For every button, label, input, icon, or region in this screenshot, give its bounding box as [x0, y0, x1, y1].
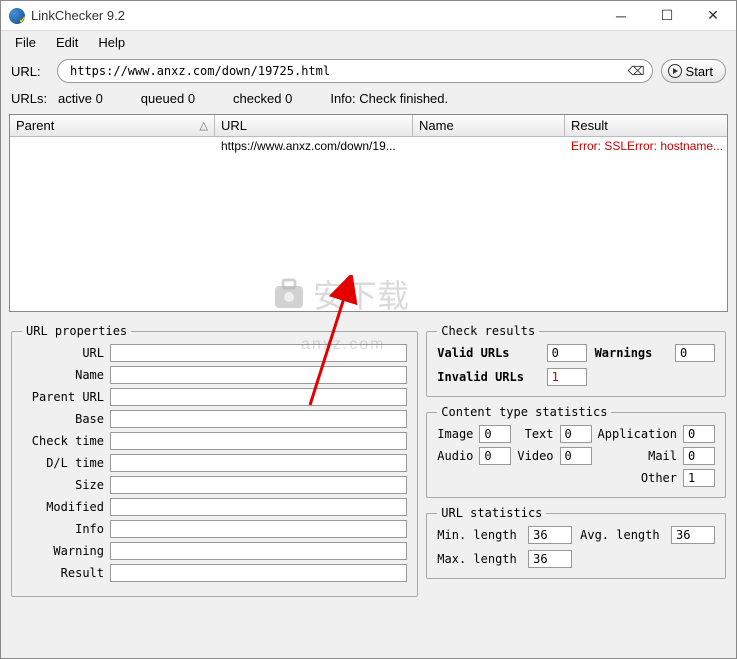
menu-help[interactable]: Help	[88, 33, 135, 52]
min-length-value	[528, 526, 572, 544]
url-input[interactable]	[57, 59, 653, 83]
application-label: Application	[598, 427, 677, 441]
video-label: Video	[517, 449, 553, 463]
field-parent-url[interactable]	[110, 388, 407, 406]
label-size: Size	[22, 478, 110, 492]
field-url[interactable]	[110, 344, 407, 362]
menu-file[interactable]: File	[5, 33, 46, 52]
menu-edit[interactable]: Edit	[46, 33, 88, 52]
field-modified[interactable]	[110, 498, 407, 516]
maximize-button[interactable]: ☐	[644, 1, 690, 30]
invalid-urls-value	[547, 368, 587, 386]
label-url: URL	[22, 346, 110, 360]
avg-length-label: Avg. length	[580, 528, 663, 542]
field-dl-time[interactable]	[110, 454, 407, 472]
url-props-legend: URL properties	[22, 324, 131, 338]
clear-url-icon[interactable]: ⌫	[628, 64, 645, 78]
menubar: File Edit Help	[1, 31, 736, 53]
mail-label: Mail	[598, 449, 677, 463]
label-dl-time: D/L time	[22, 456, 110, 470]
label-info: Info	[22, 522, 110, 536]
cell-parent	[10, 137, 215, 157]
field-check-time[interactable]	[110, 432, 407, 450]
url-label: URL:	[11, 64, 49, 79]
field-result[interactable]	[110, 564, 407, 582]
label-check-time: Check time	[22, 434, 110, 448]
minimize-button[interactable]: ─	[598, 1, 644, 30]
url-statistics-legend: URL statistics	[437, 506, 546, 520]
field-size[interactable]	[110, 476, 407, 494]
table-header: Parent △ URL Name Result	[10, 115, 727, 137]
window-title: LinkChecker 9.2	[31, 8, 598, 23]
cell-url: https://www.anxz.com/down/19...	[215, 137, 413, 157]
check-results-panel: Check results Valid URLs Warnings Invali…	[426, 324, 726, 397]
table-body[interactable]: https://www.anxz.com/down/19... Error: S…	[10, 137, 727, 311]
active-label: active	[58, 91, 92, 106]
status-row: URLs: active 0 queued 0 checked 0 Info: …	[1, 89, 736, 114]
cell-result: Error: SSLError: hostname...	[565, 137, 727, 157]
warnings-value	[675, 344, 715, 362]
valid-urls-value	[547, 344, 587, 362]
field-name[interactable]	[110, 366, 407, 384]
col-header-name[interactable]: Name	[413, 115, 565, 136]
video-value	[560, 447, 592, 465]
url-properties-panel: URL properties URL Name Parent URL Base …	[11, 324, 418, 597]
label-base: Base	[22, 412, 110, 426]
content-type-panel: Content type statistics Image Text Appli…	[426, 405, 726, 498]
field-base[interactable]	[110, 410, 407, 428]
checked-label: checked	[233, 91, 281, 106]
col-header-url[interactable]: URL	[215, 115, 413, 136]
checked-value: 0	[285, 91, 292, 106]
invalid-urls-label: Invalid URLs	[437, 370, 538, 384]
label-warning: Warning	[22, 544, 110, 558]
avg-length-value	[671, 526, 715, 544]
other-label: Other	[598, 471, 677, 485]
other-value	[683, 469, 715, 487]
field-warning[interactable]	[110, 542, 407, 560]
close-button[interactable]: ✕	[690, 1, 736, 30]
mail-value	[683, 447, 715, 465]
min-length-label: Min. length	[437, 528, 520, 542]
titlebar: LinkChecker 9.2 ─ ☐ ✕	[1, 1, 736, 31]
max-length-value	[528, 550, 572, 568]
url-row: URL: ⌫ Start	[1, 53, 736, 89]
label-name: Name	[22, 368, 110, 382]
queued-label: queued	[141, 91, 184, 106]
results-table: Parent △ URL Name Result https://www.anx…	[9, 114, 728, 312]
max-length-label: Max. length	[437, 552, 520, 566]
text-value	[560, 425, 592, 443]
info-label: Info:	[330, 91, 355, 106]
col-header-parent[interactable]: Parent △	[10, 115, 215, 136]
content-type-legend: Content type statistics	[437, 405, 611, 419]
audio-label: Audio	[437, 449, 473, 463]
label-modified: Modified	[22, 500, 110, 514]
url-statistics-panel: URL statistics Min. length Avg. length M…	[426, 506, 726, 579]
urls-label: URLs:	[11, 91, 47, 106]
warnings-label: Warnings	[595, 346, 667, 360]
active-value: 0	[96, 91, 103, 106]
start-label: Start	[686, 64, 713, 79]
check-results-legend: Check results	[437, 324, 539, 338]
field-info[interactable]	[110, 520, 407, 538]
audio-value	[479, 447, 511, 465]
sort-ascending-icon: △	[200, 119, 208, 132]
start-button[interactable]: Start	[661, 59, 726, 83]
play-icon	[668, 64, 682, 78]
queued-value: 0	[188, 91, 195, 106]
table-row[interactable]: https://www.anxz.com/down/19... Error: S…	[10, 137, 727, 157]
label-result: Result	[22, 566, 110, 580]
col-header-result[interactable]: Result	[565, 115, 727, 136]
image-label: Image	[437, 427, 473, 441]
label-parent-url: Parent URL	[22, 390, 110, 404]
valid-urls-label: Valid URLs	[437, 346, 538, 360]
text-label: Text	[517, 427, 553, 441]
app-icon	[9, 8, 25, 24]
image-value	[479, 425, 511, 443]
info-value: Check finished.	[359, 91, 448, 106]
application-value	[683, 425, 715, 443]
cell-name	[413, 137, 565, 157]
